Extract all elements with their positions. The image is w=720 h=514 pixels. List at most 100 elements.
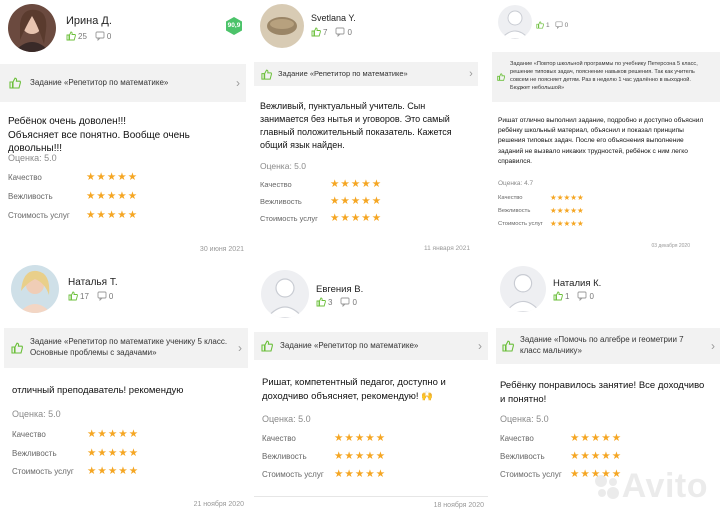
star-icon: ★ [117,209,127,221]
review-text: Ришат, компетентный педагог, доступно и … [262,377,446,402]
star-icon: ★ [570,219,577,228]
task-link[interactable]: Задание «Репетитор по математике» › [254,332,488,360]
star-icon: ★ [354,432,365,444]
stars-rating: ★ ★ ★ ★ ★ [334,450,386,462]
thumb-up-icon [4,342,30,354]
star-icon: ★ [118,447,128,459]
reviewer-name[interactable]: Наталья Т. [68,277,118,288]
reviewer-name[interactable]: Наталия К. [553,278,601,289]
thumb-up-icon[interactable] [66,31,76,41]
stars-rating: ★ ★ ★ ★ ★ [86,190,138,202]
avatar[interactable] [261,270,309,318]
star-icon: ★ [344,450,354,462]
thumb-up-icon[interactable] [311,27,321,37]
star-icon: ★ [106,190,117,202]
star-icon: ★ [563,206,571,215]
stars-rating: ★ ★ ★ ★ ★ [330,212,382,224]
review-date: 21 ноября 2020 [193,501,244,508]
star-icon: ★ [601,450,611,462]
task-link[interactable]: Задание «Репетитор по математике» › [254,62,478,86]
stars-rating: ★ ★ ★ ★ ★ [330,195,382,207]
star-icon: ★ [107,447,118,459]
star-icon: ★ [365,468,375,480]
avatar[interactable] [498,5,532,39]
star-icon: ★ [97,428,107,440]
comments-count: 0 [564,21,569,29]
star-icon: ★ [570,468,580,480]
review-text: Ребёнок очень доволен!!! Объясняет все п… [8,116,190,154]
review-text: Ришат отлично выполнил задание, подробно… [498,117,704,165]
stars-rating: ★ ★ ★ ★ ★ [570,432,622,444]
criterion-label: Стоимость услуг [498,220,543,227]
star-icon: ★ [106,209,117,221]
task-link[interactable]: Задание «Репетитор по математике» › [0,64,246,102]
star-icon: ★ [86,209,96,221]
star-icon: ★ [334,432,344,444]
comment-icon[interactable] [95,31,105,41]
star-icon: ★ [118,428,128,440]
star-icon: ★ [107,465,118,477]
comment-icon[interactable] [97,291,107,301]
star-icon: ★ [371,178,382,190]
stars-rating: ★ ★ ★ ★ ★ [550,193,584,202]
thumb-up-icon[interactable] [553,291,563,301]
star-icon: ★ [128,428,139,440]
comment-icon[interactable] [335,27,345,37]
thumb-up-icon [254,69,278,80]
star-icon: ★ [563,219,571,228]
star-icon: ★ [556,219,564,228]
star-icon: ★ [96,190,106,202]
star-icon: ★ [354,468,365,480]
likes-count: 1 [565,291,570,301]
star-icon: ★ [365,432,375,444]
review-text: Вежливый, пунктуальный учитель. Сын зани… [260,101,452,151]
thumb-up-icon[interactable] [316,297,326,307]
likes-count: 25 [78,31,87,41]
star-icon: ★ [361,195,371,207]
review-card: Евгения В. 3 0 Задание «Репетитор по мат… [254,260,488,514]
likes-count: 7 [323,27,328,37]
star-icon: ★ [563,193,571,202]
avatar[interactable] [260,4,304,48]
task-link[interactable]: Задание «Репетитор по математике ученику… [4,328,248,368]
criterion-label: Вежливость [262,451,307,461]
star-icon: ★ [611,450,622,462]
criterion-label: Стоимость услуг [262,469,324,479]
star-icon: ★ [128,447,139,459]
comment-icon[interactable] [555,21,563,29]
star-icon: ★ [96,209,106,221]
criterion-label: Стоимость услуг [12,466,74,476]
star-icon: ★ [340,195,350,207]
chevron-right-icon: › [238,341,242,355]
thumb-up-icon [496,340,520,352]
stars-rating: ★ ★ ★ ★ ★ [550,219,584,228]
reviewer-name[interactable]: Евгения В. [316,284,363,295]
task-title: Задание «Помочь по алгебре и геометрии 7… [520,335,684,355]
star-icon: ★ [576,193,584,202]
comments-count: 0 [347,27,352,37]
comment-icon[interactable] [340,297,350,307]
avatar[interactable] [500,266,546,312]
star-icon: ★ [127,171,138,183]
task-link[interactable]: Задание «Помочь по алгебре и геометрии 7… [496,328,720,364]
star-icon: ★ [361,212,371,224]
task-link[interactable]: Задание «Повтор школьной программы по уч… [492,52,720,102]
review-date: 11 января 2021 [424,245,470,252]
thumb-up-icon[interactable] [68,291,78,301]
avatar[interactable] [11,265,59,313]
overall-score: Оценка: 5.0 [260,161,306,171]
star-icon: ★ [87,465,97,477]
star-icon: ★ [354,450,365,462]
criterion-label: Качество [12,429,46,439]
star-icon: ★ [371,212,382,224]
comment-icon[interactable] [577,291,587,301]
thumb-up-icon[interactable] [536,21,544,29]
star-icon: ★ [570,450,580,462]
avito-logo-icon [594,474,619,499]
reviewer-name[interactable]: Svetlana Y. [311,13,356,23]
thumb-up-icon [0,77,30,89]
task-title: Задание «Репетитор по математике» [278,68,408,78]
reviewer-name[interactable]: Ирина Д. [66,15,112,27]
avatar[interactable] [8,4,56,52]
likes-count: 17 [80,291,89,301]
